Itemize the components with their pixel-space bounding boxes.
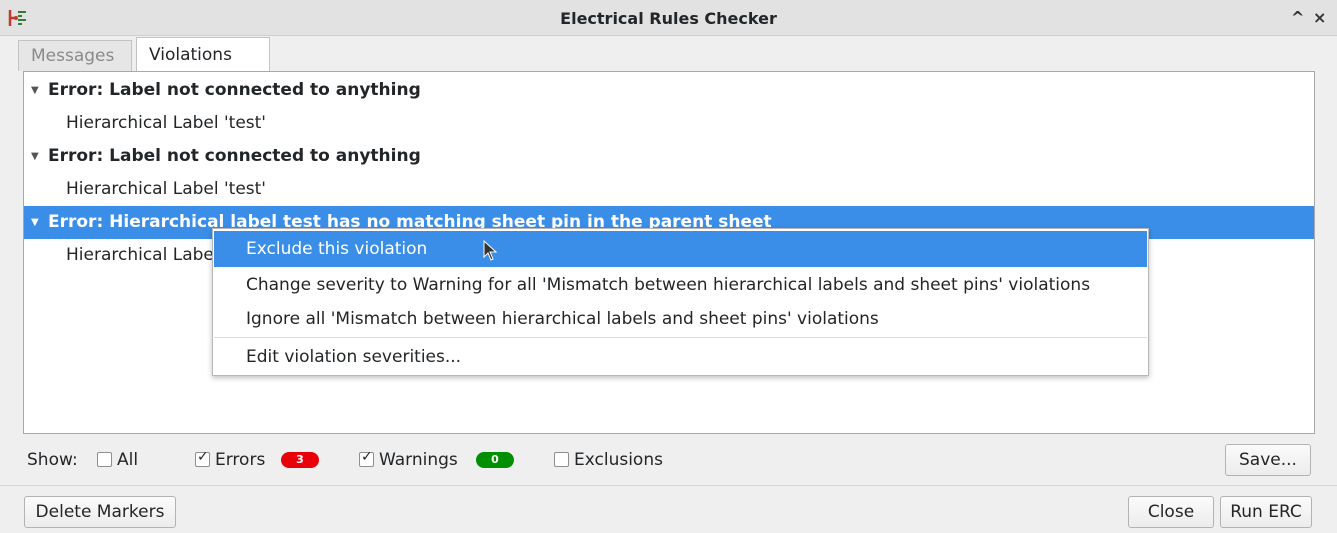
expand-arrow-icon[interactable]: ▼ bbox=[31, 206, 39, 239]
tab-violations[interactable]: Violations bbox=[136, 37, 270, 71]
all-label[interactable]: All bbox=[117, 450, 138, 470]
exclusions-checkbox[interactable] bbox=[554, 452, 569, 467]
menu-item-change-severity[interactable]: Change severity to Warning for all 'Mism… bbox=[214, 267, 1147, 303]
menu-separator bbox=[214, 337, 1147, 338]
expand-arrow-icon[interactable]: ▼ bbox=[31, 74, 39, 107]
close-button[interactable]: Close bbox=[1128, 496, 1214, 528]
errors-label[interactable]: Errors bbox=[215, 450, 265, 470]
menu-item-exclude-violation[interactable]: Exclude this violation bbox=[214, 231, 1147, 267]
menu-item-ignore-all[interactable]: Ignore all 'Mismatch between hierarchica… bbox=[214, 301, 1147, 337]
save-button[interactable]: Save... bbox=[1225, 444, 1311, 476]
tab-messages[interactable]: Messages bbox=[18, 40, 132, 71]
violation-item-label: Hierarchical Label 'test' bbox=[66, 179, 266, 199]
warnings-count-badge: 0 bbox=[476, 452, 514, 468]
errors-count-badge: 3 bbox=[281, 452, 319, 468]
context-menu: Exclude this violation Change severity t… bbox=[212, 228, 1149, 376]
mouse-pointer-icon bbox=[483, 240, 498, 261]
expand-arrow-icon[interactable]: ▼ bbox=[31, 140, 39, 173]
window-title: Electrical Rules Checker bbox=[560, 9, 777, 28]
collapse-window-button[interactable]: ^ bbox=[1291, 8, 1304, 27]
warnings-label[interactable]: Warnings bbox=[379, 450, 458, 470]
exclusions-label[interactable]: Exclusions bbox=[574, 450, 663, 470]
warnings-checkbox[interactable]: ✓ bbox=[359, 449, 374, 467]
violation-title: Error: Label not connected to anything bbox=[48, 80, 421, 100]
run-erc-button[interactable]: Run ERC bbox=[1220, 496, 1312, 528]
errors-checkbox[interactable]: ✓ bbox=[195, 449, 210, 467]
show-label: Show: bbox=[27, 450, 78, 470]
delete-markers-button[interactable]: Delete Markers bbox=[24, 496, 176, 528]
close-window-button[interactable]: × bbox=[1313, 8, 1326, 27]
title-bar: Electrical Rules Checker ^ × bbox=[0, 0, 1337, 36]
filter-bar: Show: All ✓ Errors 3 ✓ Warnings 0 Exclus… bbox=[0, 440, 1337, 480]
all-checkbox[interactable] bbox=[97, 452, 112, 467]
violation-item-row[interactable]: Hierarchical Label 'test' bbox=[24, 107, 1314, 140]
check-icon: ✓ bbox=[361, 449, 373, 465]
bottom-bar: Delete Markers Close Run ERC bbox=[0, 485, 1337, 533]
violation-title: Error: Label not connected to anything bbox=[48, 146, 421, 166]
check-icon: ✓ bbox=[197, 449, 209, 465]
violation-item-label: Hierarchical Label 'test' bbox=[66, 113, 266, 133]
violation-row[interactable]: ▼ Error: Label not connected to anything bbox=[24, 140, 1314, 173]
menu-item-edit-severities[interactable]: Edit violation severities... bbox=[214, 339, 1147, 375]
violation-row[interactable]: ▼ Error: Label not connected to anything bbox=[24, 74, 1314, 107]
violation-item-row[interactable]: Hierarchical Label 'test' bbox=[24, 173, 1314, 206]
